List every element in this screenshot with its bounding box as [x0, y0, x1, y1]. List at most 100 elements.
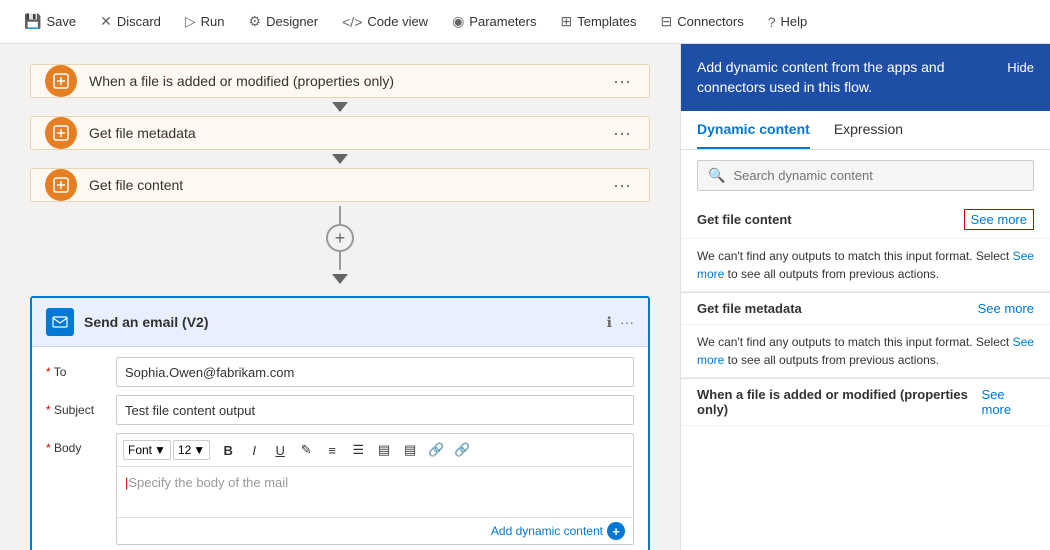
section-get-file-metadata: Get file metadata See more — [681, 293, 1050, 325]
bullet-list-button[interactable]: ≡ — [320, 438, 344, 462]
link-button[interactable]: 🔗 — [424, 438, 448, 462]
to-label: * To — [46, 365, 116, 379]
arrowhead-2 — [332, 154, 348, 164]
search-input[interactable] — [733, 168, 1023, 183]
section-when-file-added: When a file is added or modified (proper… — [681, 379, 1050, 426]
section1-see-more-link[interactable]: See more — [697, 249, 1034, 281]
subject-row: * Subject — [46, 395, 634, 425]
connectors-icon: ⊟ — [660, 13, 672, 30]
font-size-value: 12 — [178, 443, 191, 457]
save-icon: 💾 — [24, 13, 41, 30]
email-icon — [46, 308, 74, 336]
flow-step-2[interactable]: Get file metadata ··· — [30, 116, 650, 150]
email-action-block: Send an email (V2) ℹ ··· * To * Su — [30, 296, 650, 550]
step3-title: Get file content — [89, 177, 609, 193]
right-panel-content: Get file content See more We can't find … — [681, 201, 1050, 550]
save-button[interactable]: 💾 Save — [12, 0, 88, 44]
templates-button[interactable]: ⊞ Templates — [549, 0, 649, 44]
right-panel-header-text: Add dynamic content from the apps and co… — [697, 58, 1007, 97]
run-icon: ▷ — [185, 13, 196, 30]
email-block-header: Send an email (V2) ℹ ··· — [32, 298, 648, 347]
parameters-icon: ◉ — [452, 13, 464, 30]
font-label: Font — [128, 443, 152, 457]
flow-canvas: When a file is added or modified (proper… — [0, 44, 680, 550]
right-panel-tabs: Dynamic content Expression — [681, 111, 1050, 150]
hide-button[interactable]: Hide — [1007, 58, 1034, 75]
editor-content[interactable]: |Specify the body of the mail — [117, 467, 633, 517]
email-header-icons: ℹ ··· — [607, 314, 634, 331]
flow-step-1[interactable]: When a file is added or modified (proper… — [30, 64, 650, 98]
see-more-get-file-metadata[interactable]: See more — [978, 301, 1034, 316]
font-chevron: ▼ — [154, 443, 166, 457]
section2-see-more-link[interactable]: See more — [697, 335, 1034, 367]
to-input[interactable] — [116, 357, 634, 387]
add-dynamic-content-label: Add dynamic content — [491, 524, 603, 538]
dynamic-content-bar: Add dynamic content + — [117, 517, 633, 544]
see-more-get-file-content[interactable]: See more — [964, 209, 1034, 230]
underline-button[interactable]: U — [268, 438, 292, 462]
code-view-button[interactable]: </> Code view — [330, 0, 440, 44]
discard-icon: ✕ — [100, 13, 112, 30]
right-panel: Add dynamic content from the apps and co… — [680, 44, 1050, 550]
flow-step-3[interactable]: Get file content ··· — [30, 168, 650, 202]
step3-icon — [45, 169, 77, 201]
align-right-button[interactable]: ▤ — [398, 438, 422, 462]
info-icon[interactable]: ℹ — [607, 314, 612, 331]
connectors-button[interactable]: ⊟ Connectors — [648, 0, 755, 44]
step1-menu[interactable]: ··· — [609, 67, 635, 96]
tab-expression[interactable]: Expression — [834, 111, 903, 149]
parameters-button[interactable]: ◉ Parameters — [440, 0, 548, 44]
numbered-list-button[interactable]: ☰ — [346, 438, 370, 462]
body-label: * Body — [46, 433, 116, 455]
step2-menu[interactable]: ··· — [609, 119, 635, 148]
toolbar: 💾 Save ✕ Discard ▷ Run ⚙ Designer </> Co… — [0, 0, 1050, 44]
section1-title: Get file content — [697, 212, 792, 227]
align-left-button[interactable]: ▤ — [372, 438, 396, 462]
step3-menu[interactable]: ··· — [609, 171, 635, 200]
step1-icon — [45, 65, 77, 97]
section2-title: Get file metadata — [697, 301, 802, 316]
font-select[interactable]: Font ▼ — [123, 440, 171, 460]
help-icon: ? — [768, 14, 776, 30]
subject-label: * Subject — [46, 403, 116, 417]
designer-button[interactable]: ⚙ Designer — [237, 0, 331, 44]
editor-toolbar: Font ▼ 12 ▼ B I U ✎ ≡ ☰ — [117, 434, 633, 467]
designer-icon: ⚙ — [249, 13, 262, 30]
arrow-4 — [339, 252, 341, 270]
search-box: 🔍 — [697, 160, 1034, 191]
main-container: When a file is added or modified (proper… — [0, 44, 1050, 550]
search-box-wrap: 🔍 — [681, 150, 1050, 201]
add-dynamic-content-link[interactable]: Add dynamic content + — [491, 522, 625, 540]
help-button[interactable]: ? Help — [756, 0, 820, 44]
section1-body: We can't find any outputs to match this … — [681, 239, 1050, 292]
run-button[interactable]: ▷ Run — [173, 0, 237, 44]
step2-icon — [45, 117, 77, 149]
email-form-body: * To * Subject * Body — [32, 347, 648, 550]
arrowhead-3 — [332, 274, 348, 284]
unlink-button[interactable]: 🔗 — [450, 438, 474, 462]
body-editor: Font ▼ 12 ▼ B I U ✎ ≡ ☰ — [116, 433, 634, 545]
section3-title: When a file is added or modified (proper… — [697, 387, 982, 417]
right-panel-header: Add dynamic content from the apps and co… — [681, 44, 1050, 111]
subject-input[interactable] — [116, 395, 634, 425]
to-row: * To — [46, 357, 634, 387]
step1-title: When a file is added or modified (proper… — [89, 73, 609, 89]
add-step-button[interactable]: + — [326, 224, 354, 252]
section2-body: We can't find any outputs to match this … — [681, 325, 1050, 378]
discard-button[interactable]: ✕ Discard — [88, 0, 173, 44]
email-menu-icon[interactable]: ··· — [620, 314, 634, 331]
italic-button[interactable]: I — [242, 438, 266, 462]
arrowhead-1 — [332, 102, 348, 112]
body-placeholder: Specify the body of the mail — [128, 475, 288, 490]
templates-icon: ⊞ — [561, 13, 573, 30]
dynamic-content-plus-icon: + — [607, 522, 625, 540]
bold-button[interactable]: B — [216, 438, 240, 462]
step2-title: Get file metadata — [89, 125, 609, 141]
size-select[interactable]: 12 ▼ — [173, 440, 210, 460]
tab-dynamic-content[interactable]: Dynamic content — [697, 111, 810, 149]
pen-button[interactable]: ✎ — [294, 438, 318, 462]
email-action-title: Send an email (V2) — [84, 314, 607, 330]
see-more-when-file-added[interactable]: See more — [982, 387, 1035, 417]
body-row: * Body Font ▼ 12 ▼ B — [46, 433, 634, 545]
arrow-3 — [339, 206, 341, 224]
